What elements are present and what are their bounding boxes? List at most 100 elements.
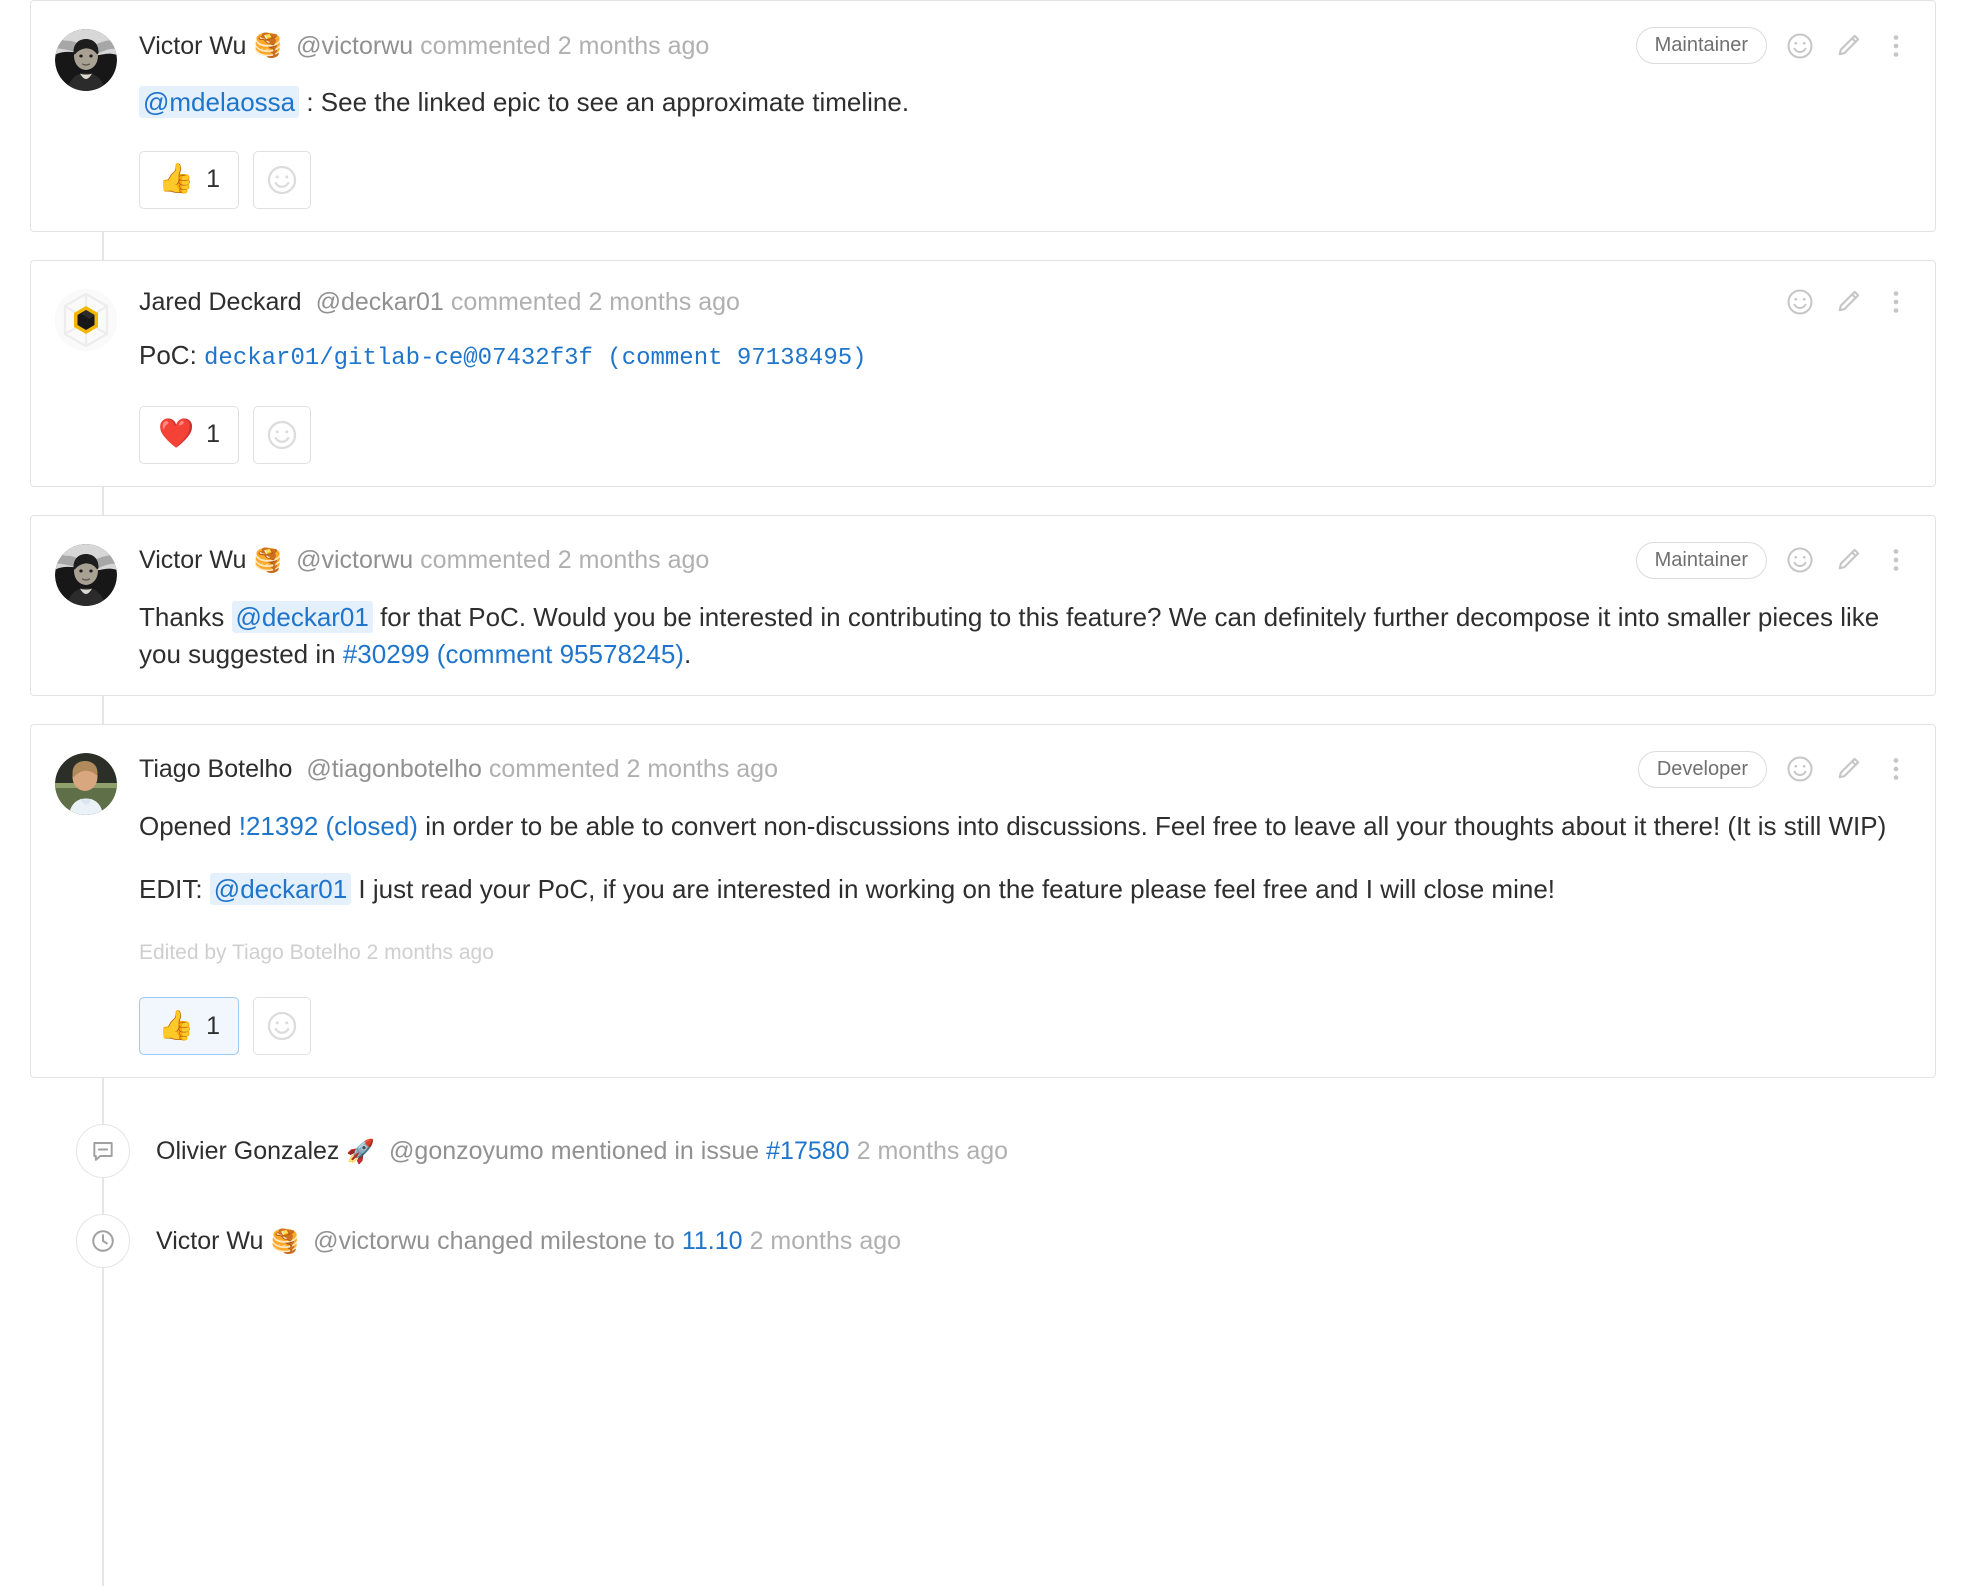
comment-bubble-icon <box>76 1124 130 1179</box>
comment-author-name[interactable]: Victor Wu <box>139 31 246 61</box>
role-badge: Maintainer <box>1635 541 1767 579</box>
discussion-thread: Victor Wu 🥞 @victorwu commented 2 months ago… <box>0 0 1966 1286</box>
reaction-bar: 👍 1 <box>139 997 1911 1056</box>
reaction-bar: 👍 1 <box>139 150 1911 209</box>
reaction-emoji: ❤️ <box>158 418 195 451</box>
event-author-name[interactable]: Olivier Gonzalez <box>156 1137 339 1166</box>
author-status-emoji: 🥞 <box>253 31 283 58</box>
comment-text: Opened !21392 (closed) in order to be ab… <box>139 808 1911 968</box>
event-author-handle[interactable]: @gonzoyumo <box>389 1137 544 1166</box>
comment-body: Victor Wu 🥞 @victorwu commented 2 months ago… <box>139 541 1911 673</box>
comment-author-handle[interactable]: @deckar01 <box>316 287 444 317</box>
pencil-icon[interactable] <box>1833 545 1863 575</box>
comment-header: Victor Wu 🥞 @victorwu commented 2 months ago… <box>139 27 1911 64</box>
event-action-label: mentioned in issue <box>550 1136 760 1165</box>
event-reference-link[interactable]: 11.10 <box>682 1227 743 1256</box>
reaction-chip[interactable]: ❤️ 1 <box>139 405 240 464</box>
comment-author-name[interactable]: Victor Wu <box>139 545 246 575</box>
comment-header: Tiago Botelho @tiagonbotelho commented 2 mo… <box>139 750 1911 788</box>
smiley-icon[interactable] <box>1785 31 1815 61</box>
comment-text: PoC: deckar01/gitlab-ce@07432f3f (commen… <box>139 337 1911 376</box>
comment-header-actions <box>1765 287 1911 317</box>
add-reaction-button[interactable] <box>253 150 312 209</box>
comment-author-handle[interactable]: @victorwu <box>296 545 413 575</box>
avatar[interactable] <box>55 288 117 351</box>
comment-timestamp[interactable]: 2 months ago <box>627 754 779 784</box>
comment-action-label: commented <box>488 755 620 784</box>
comment-card: Tiago Botelho @tiagonbotelho commented 2 mo… <box>30 723 1936 1079</box>
reaction-bar: ❤️ 1 <box>139 405 1911 464</box>
avatar[interactable] <box>55 29 117 91</box>
reaction-count: 1 <box>206 420 221 449</box>
avatar[interactable] <box>55 543 117 606</box>
event-author-name[interactable]: Victor Wu <box>156 1227 263 1256</box>
comment-text: @mdelaossa : See the linked epic to see … <box>139 84 1911 121</box>
comment-timestamp[interactable]: 2 months ago <box>588 287 740 317</box>
reaction-emoji: 👍 <box>158 1009 195 1042</box>
role-badge: Maintainer <box>1635 27 1767 64</box>
comment-author-handle[interactable]: @tiagonbotelho <box>306 754 482 784</box>
role-badge: Developer <box>1637 750 1767 788</box>
comment-author-name[interactable]: Tiago Botelho <box>139 754 292 784</box>
vertical-dots-icon[interactable] <box>1881 31 1911 61</box>
reaction-chip[interactable]: 👍 1 <box>139 997 240 1056</box>
system-event-text: Victor Wu 🥞 @victorwu changed milestone to 1… <box>156 1227 901 1256</box>
comment-text-run: Opened <box>139 810 239 841</box>
reaction-count: 1 <box>206 1011 221 1040</box>
vertical-dots-icon[interactable] <box>1881 754 1911 784</box>
comment-paragraph: @mdelaossa : See the linked epic to see … <box>139 84 1911 121</box>
comment-header-actions: Maintainer <box>1616 27 1911 64</box>
comment-card: Jared Deckard @deckar01 commented 2 months … <box>30 259 1936 487</box>
author-status-emoji: 🚀 <box>346 1137 376 1164</box>
vertical-dots-icon[interactable] <box>1881 545 1911 575</box>
reaction-count: 1 <box>206 165 221 194</box>
comment-body: Jared Deckard @deckar01 commented 2 months … <box>139 287 1911 464</box>
comment-author-handle[interactable]: @victorwu <box>296 31 413 61</box>
comment-header: Jared Deckard @deckar01 commented 2 months … <box>139 287 1911 317</box>
comment-timestamp[interactable]: 2 months ago <box>558 545 710 575</box>
reference-link[interactable]: #30299 (comment 95578245) <box>343 639 684 669</box>
comment-paragraph: EDIT: @deckar01 I just read your PoC, if… <box>139 871 1911 908</box>
commit-reference-link[interactable]: deckar01/gitlab-ce@07432f3f (comment 971… <box>204 345 867 372</box>
event-timestamp[interactable]: 2 months ago <box>857 1137 1009 1166</box>
smiley-icon[interactable] <box>1785 545 1815 575</box>
comment-text-run: Thanks <box>139 601 232 632</box>
add-reaction-button[interactable] <box>253 405 312 464</box>
smiley-icon[interactable] <box>1785 754 1815 784</box>
comment-text-run: in order to be able to convert non-discu… <box>417 810 1887 841</box>
event-author-handle[interactable]: @victorwu <box>313 1227 430 1256</box>
comment-card: Victor Wu 🥞 @victorwu commented 2 months ago… <box>30 514 1936 696</box>
comment-text-run: I just read your PoC, if you are interes… <box>351 873 1556 904</box>
comment-body: Victor Wu 🥞 @victorwu commented 2 months ago… <box>139 27 1911 209</box>
reaction-chip[interactable]: 👍 1 <box>139 150 240 209</box>
comment-author-name[interactable]: Jared Deckard <box>139 287 302 317</box>
comment-action-label: commented <box>450 287 582 316</box>
comment-paragraph: PoC: deckar01/gitlab-ce@07432f3f (commen… <box>139 337 1911 376</box>
comment-timestamp[interactable]: 2 months ago <box>558 31 710 61</box>
vertical-dots-icon[interactable] <box>1881 287 1911 317</box>
reaction-emoji: 👍 <box>158 163 195 196</box>
event-timestamp[interactable]: 2 months ago <box>750 1227 902 1256</box>
event-reference-link[interactable]: #17580 <box>766 1137 849 1166</box>
comment-text-run: . <box>683 638 692 669</box>
edited-note: Edited by Tiago Botelho 2 months ago <box>139 940 494 964</box>
comment-action-label: commented <box>420 546 551 575</box>
comment-paragraph: Opened !21392 (closed) in order to be ab… <box>139 808 1911 845</box>
comment-paragraph: Thanks @deckar01 for that PoC. Would you… <box>139 599 1911 673</box>
reference-link[interactable]: !21392 (closed) <box>239 811 418 841</box>
user-mention[interactable]: @deckar01 <box>231 600 373 633</box>
system-event-row: Victor Wu 🥞 @victorwu changed milestone to 1… <box>30 1196 1936 1286</box>
comment-header-actions: Maintainer <box>1616 541 1911 579</box>
smiley-icon[interactable] <box>1785 287 1815 317</box>
pencil-icon[interactable] <box>1833 754 1863 784</box>
comment-text: Thanks @deckar01 for that PoC. Would you… <box>139 599 1911 673</box>
comment-text-run: PoC: <box>139 339 205 370</box>
comment-action-label: commented <box>420 31 551 60</box>
pencil-icon[interactable] <box>1833 287 1863 317</box>
avatar[interactable] <box>55 752 117 815</box>
pencil-icon[interactable] <box>1833 31 1863 61</box>
user-mention[interactable]: @mdelaossa <box>139 86 300 118</box>
user-mention[interactable]: @deckar01 <box>209 872 352 905</box>
comment-text-run: : See the linked epic to see an approxim… <box>299 87 910 117</box>
add-reaction-button[interactable] <box>253 997 312 1056</box>
